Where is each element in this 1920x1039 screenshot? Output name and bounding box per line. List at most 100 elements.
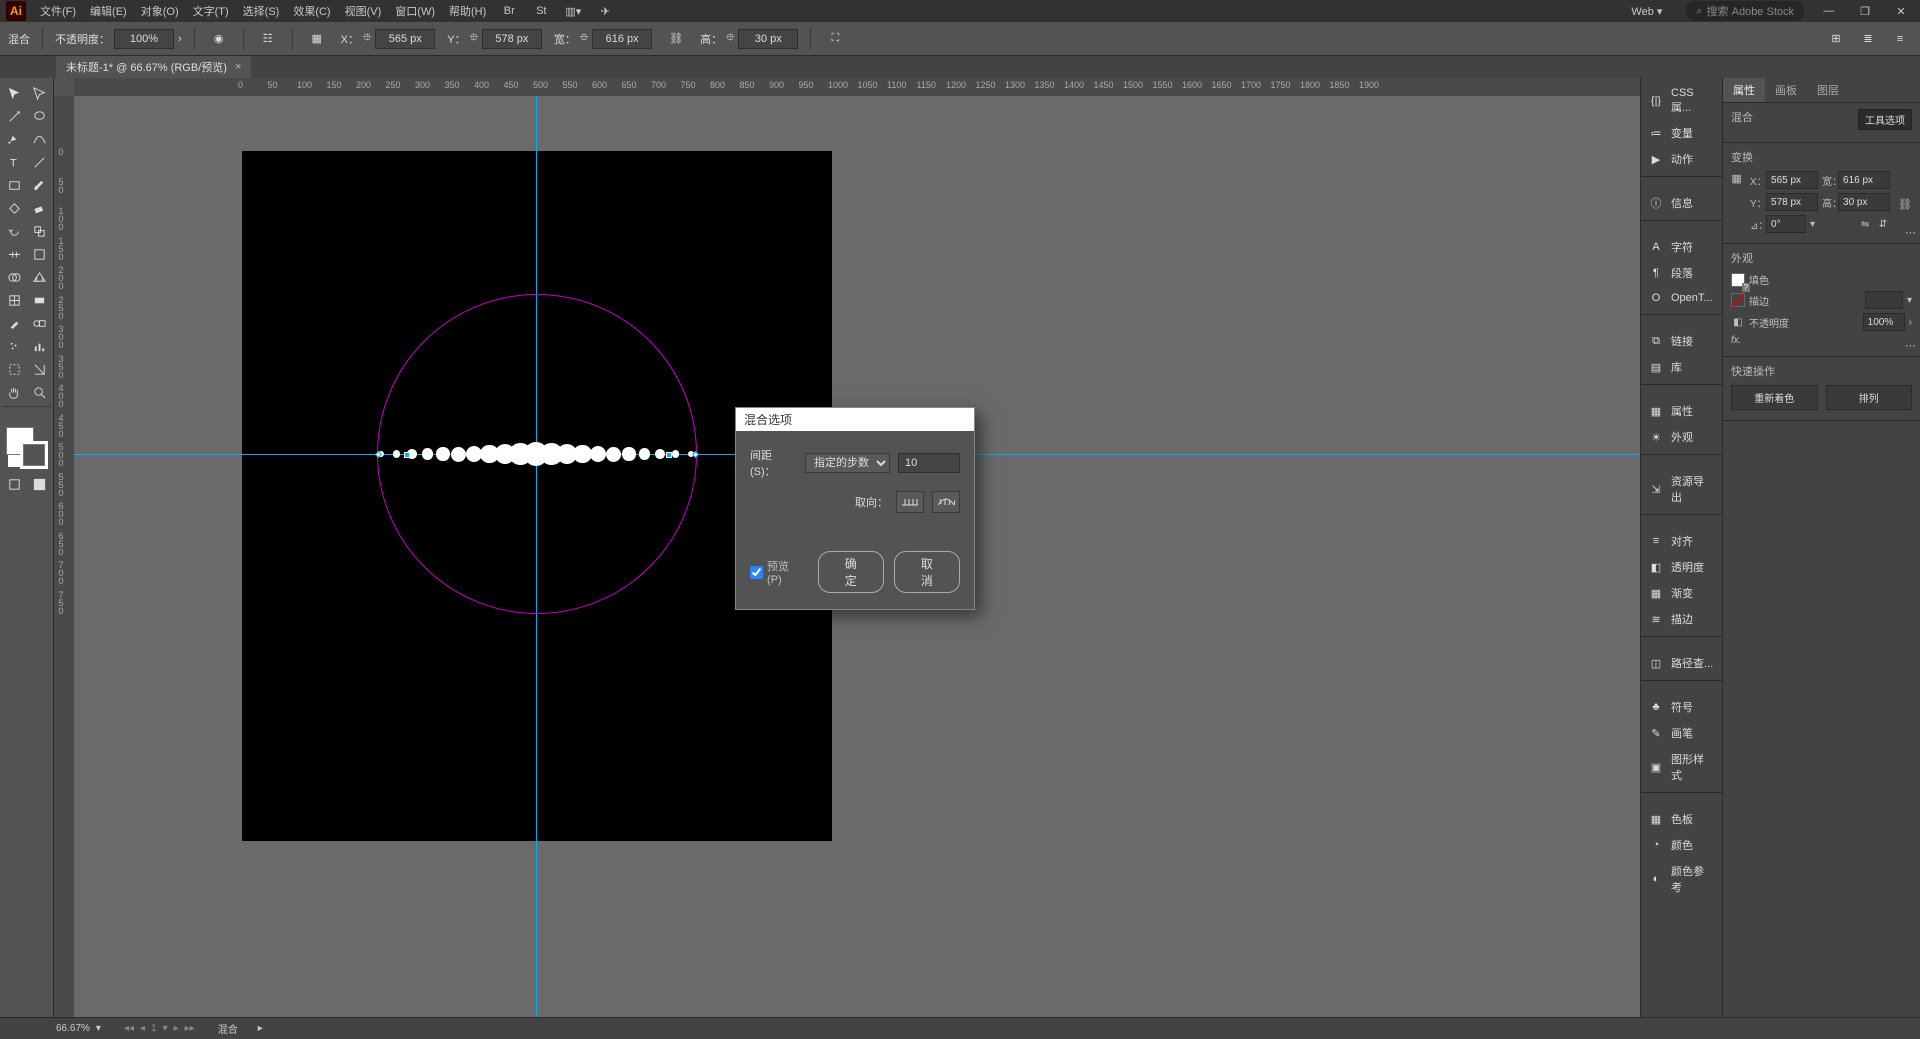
arrange-docs-icon[interactable]: ▥▾	[564, 3, 582, 19]
screen-normal-icon[interactable]	[2, 473, 26, 495]
tool-width[interactable]	[2, 243, 26, 265]
stroke-w-input[interactable]	[1865, 291, 1903, 309]
gpu-icon[interactable]: ✈	[596, 3, 614, 19]
blend-step[interactable]	[606, 447, 621, 462]
panel-var[interactable]: ≔变量	[1641, 120, 1722, 146]
tool-graph[interactable]	[27, 335, 51, 357]
prop-y-input[interactable]	[1766, 193, 1818, 211]
sel-handle-right[interactable]	[666, 452, 672, 458]
stroke-dd-icon[interactable]: ▾	[1907, 295, 1912, 306]
panel-lib[interactable]: ▤库	[1641, 354, 1722, 380]
panel-info[interactable]: ⓘ信息	[1641, 190, 1722, 216]
spacing-input[interactable]	[898, 453, 960, 473]
flip-v-icon[interactable]: ⇵	[1876, 217, 1890, 231]
panel-trans[interactable]: ◧透明度	[1641, 554, 1722, 580]
search-stock[interactable]: ⌕搜索 Adobe Stock	[1686, 1, 1804, 21]
arrange-button[interactable]: 排列	[1826, 385, 1913, 410]
tool-wand[interactable]	[2, 105, 26, 127]
tool-blend[interactable]	[27, 312, 51, 334]
artboard-nav[interactable]: ◂◂◂1▾▸▸▸	[121, 1023, 198, 1034]
panel-ot[interactable]: OOpenT...	[1641, 286, 1722, 310]
blend-step[interactable]	[451, 447, 466, 462]
tool-rotate[interactable]	[2, 220, 26, 242]
ref-point-icon[interactable]: ▦	[305, 28, 329, 50]
zoom-level[interactable]: 66.67%▾	[56, 1023, 101, 1034]
tab-layers[interactable]: 图层	[1807, 78, 1849, 102]
tab-artboards[interactable]: 画板	[1765, 78, 1807, 102]
window-maximize-icon[interactable]: ❐	[1854, 4, 1876, 18]
menu-view[interactable]: 视图(V)	[345, 3, 382, 19]
tool-type[interactable]: T	[2, 151, 26, 173]
panel-cg[interactable]: ◐颜色参考	[1641, 858, 1722, 900]
tool-perspective[interactable]	[27, 266, 51, 288]
blend-step[interactable]	[639, 448, 650, 459]
x-input[interactable]	[375, 29, 435, 49]
prefs-icon[interactable]: ≣	[1856, 28, 1880, 50]
prop-x-input[interactable]	[1766, 171, 1818, 189]
blend-step[interactable]	[573, 445, 592, 464]
panel-gs[interactable]: ▣图形样式	[1641, 746, 1722, 788]
stroke-swatch[interactable]	[20, 441, 48, 469]
menu-help[interactable]: 帮助(H)	[449, 3, 486, 19]
screen-edit-icon[interactable]	[27, 473, 51, 495]
recolor-icon[interactable]: ◉	[207, 28, 231, 50]
fx-label[interactable]: fx.	[1731, 335, 1742, 346]
link-wh-icon[interactable]: ⛓	[664, 28, 688, 50]
opacity-more-icon[interactable]: ›	[178, 33, 182, 45]
cancel-button[interactable]: 取消	[894, 551, 960, 593]
stock-icon[interactable]: St	[532, 3, 550, 19]
transform-more-icon[interactable]: ⋯	[1905, 226, 1916, 239]
tool-artboard[interactable]	[2, 358, 26, 380]
ok-button[interactable]: 确定	[818, 551, 884, 593]
panel-para[interactable]: ¶段落	[1641, 260, 1722, 286]
orient-path-button[interactable]	[932, 491, 960, 513]
panel-css[interactable]: {|}CSS 属...	[1641, 82, 1722, 120]
blend-step[interactable]	[655, 449, 665, 459]
tool-eraser[interactable]	[27, 197, 51, 219]
tool-shaper[interactable]	[2, 197, 26, 219]
prop-opacity-input[interactable]	[1863, 313, 1905, 331]
menu-type[interactable]: 文字(T)	[193, 3, 229, 19]
setup-icon[interactable]: ⊞	[1824, 28, 1848, 50]
h-input[interactable]	[738, 29, 798, 49]
tool-slice[interactable]	[27, 358, 51, 380]
workspace-select[interactable]: Web ▾	[1621, 3, 1672, 20]
panel-swatch[interactable]: ▦色板	[1641, 806, 1722, 832]
tool-curvature[interactable]	[27, 128, 51, 150]
tool-pen[interactable]	[2, 128, 26, 150]
opacity-input[interactable]	[114, 29, 174, 49]
ruler-vertical[interactable]: 0501001502002503003504004505005506006507…	[54, 96, 74, 1017]
close-tab-icon[interactable]: ×	[235, 61, 241, 73]
x-stepper-icon[interactable]: ⯐	[363, 29, 371, 48]
menu-select[interactable]: 选择(S)	[243, 3, 280, 19]
panel-play[interactable]: ▶动作	[1641, 146, 1722, 172]
tool-selection[interactable]	[2, 82, 26, 104]
panel-sym[interactable]: ♣符号	[1641, 694, 1722, 720]
panel-asset[interactable]: ⇲资源导出	[1641, 468, 1722, 510]
angle-dd-icon[interactable]: ▾	[1810, 219, 1815, 230]
tool-lasso[interactable]	[27, 105, 51, 127]
tool-eyedrop[interactable]	[2, 312, 26, 334]
panel-prop[interactable]: ▦属性	[1641, 398, 1722, 424]
orient-page-button[interactable]	[896, 491, 924, 513]
tool-options-button[interactable]: 工具选项	[1858, 109, 1912, 130]
fill-swatch[interactable]: ?	[1731, 273, 1745, 287]
panel-brush[interactable]: ✎画笔	[1641, 720, 1722, 746]
tool-zoom[interactable]	[27, 381, 51, 403]
window-close-icon[interactable]: ✕	[1890, 4, 1912, 18]
tool-mesh[interactable]	[2, 289, 26, 311]
window-minimize-icon[interactable]: —	[1818, 4, 1840, 18]
align-icon[interactable]: ☷	[256, 28, 280, 50]
canvas[interactable]: 0501001502002503003504004505005506006507…	[54, 78, 1640, 1017]
sel-handle-left[interactable]	[404, 452, 410, 458]
panel-pf[interactable]: ◫路径查...	[1641, 650, 1722, 676]
fill-stroke-swatches[interactable]	[2, 427, 51, 473]
opacity-more-icon[interactable]: ›	[1909, 317, 1912, 328]
tool-symbolspray[interactable]	[2, 335, 26, 357]
y-input[interactable]	[482, 29, 542, 49]
panel-link[interactable]: ⧉链接	[1641, 328, 1722, 354]
link-wh-icon[interactable]: ⛓	[1898, 197, 1912, 211]
w-input[interactable]	[592, 29, 652, 49]
tool-gradient[interactable]	[27, 289, 51, 311]
tool-freetransform[interactable]	[27, 243, 51, 265]
